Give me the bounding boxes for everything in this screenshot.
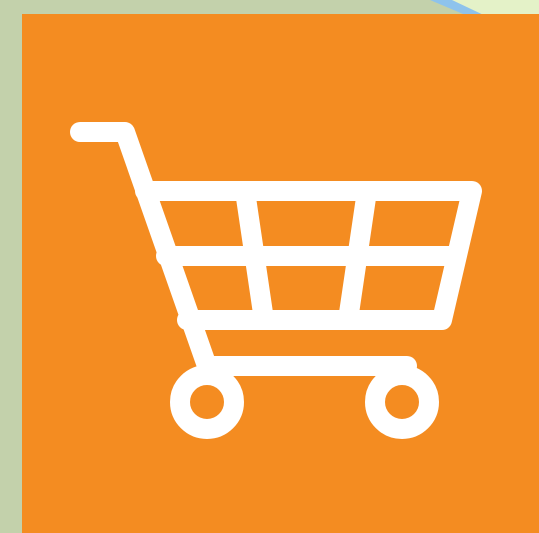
shopping-cart-icon	[22, 14, 539, 533]
app-tile[interactable]	[22, 14, 539, 533]
